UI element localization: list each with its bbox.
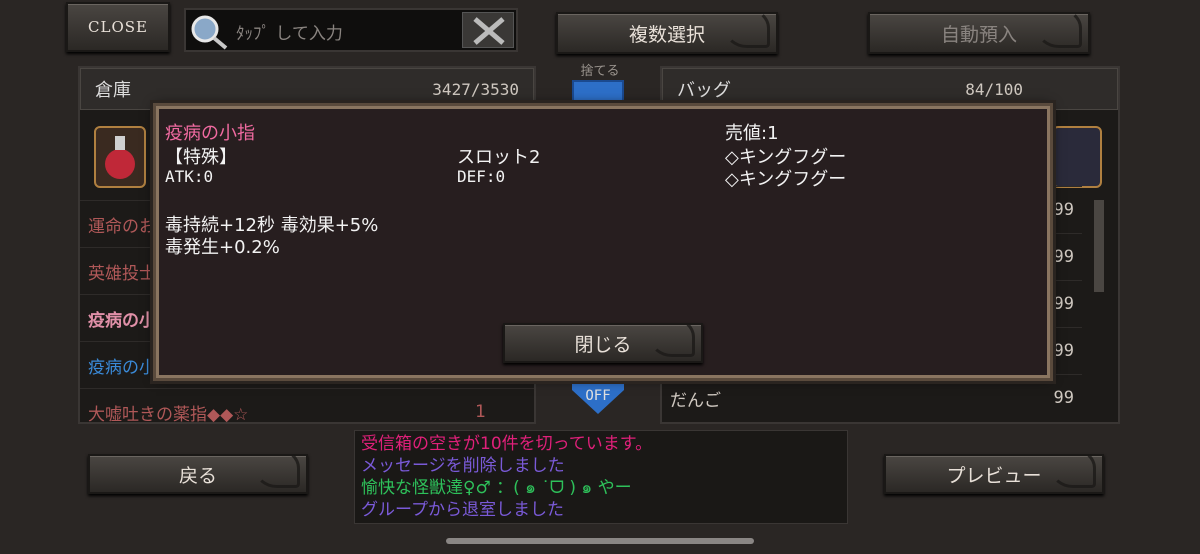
- home-indicator: [446, 538, 754, 544]
- item-detail-dialog: 疫病の小指 【特殊】 スロット2 売値:1 ◇キングフグー ◇キングフグー AT…: [153, 103, 1053, 381]
- atk-stat: ATK:0: [165, 167, 214, 186]
- dialog-close-label: 閉じる: [574, 333, 632, 356]
- dialog-close-button[interactable]: 閉じる: [503, 317, 703, 363]
- back-button[interactable]: 戻る: [88, 448, 308, 494]
- item-qty: 99: [1053, 388, 1074, 408]
- warehouse-title: 倉庫: [95, 80, 131, 101]
- item-qty: 99: [1053, 247, 1074, 267]
- item-name: だんご: [670, 390, 721, 411]
- auto-deposit-label: 自動預入: [940, 23, 1017, 46]
- item-name: 英雄投士: [88, 263, 156, 284]
- list-item[interactable]: だんご 99: [662, 374, 1082, 421]
- item-qty: 99: [1053, 294, 1074, 314]
- monster-line: ◇キングフグー: [725, 169, 847, 190]
- item-type: 【特殊】: [165, 147, 237, 168]
- item-qty: 99: [1053, 341, 1074, 361]
- auto-deposit-button[interactable]: 自動預入: [868, 8, 1090, 54]
- toggle-label: OFF: [585, 388, 611, 404]
- preview-label: プレビュー: [946, 464, 1042, 487]
- effect-line: 毒発生+0.2%: [165, 237, 280, 258]
- back-label: 戻る: [178, 464, 217, 487]
- item-name: 疫病の小: [88, 310, 156, 331]
- message-line: グループから退室しました: [361, 500, 564, 520]
- warehouse-count: 3427/3530: [432, 79, 519, 99]
- item-slot: スロット2: [457, 147, 541, 168]
- item-name: 疫病の小: [88, 357, 156, 378]
- def-stat: DEF:0: [457, 167, 506, 186]
- item-qty: 1: [475, 402, 486, 422]
- scrollbar[interactable]: [1094, 200, 1104, 292]
- list-item[interactable]: 大嘘吐きの薬指◆◆☆ 1: [80, 388, 534, 435]
- discard-label: 捨てる: [580, 64, 620, 79]
- item-name: 運命のお: [88, 216, 156, 237]
- message-log: 受信箱の空きが10件を切っています。 メッセージを削除しました 愉快な怪獣達♀♂…: [354, 430, 848, 524]
- clear-icon[interactable]: [462, 12, 514, 48]
- multi-select-label: 複数選択: [628, 23, 705, 46]
- bag-title: バッグ: [677, 80, 731, 101]
- warehouse-header: 倉庫 3427/3530: [80, 68, 534, 110]
- search-field[interactable]: ﾀｯﾌﾟ して入力: [184, 8, 518, 52]
- search-icon: [190, 14, 228, 50]
- potion-icon: [94, 126, 146, 188]
- close-button[interactable]: CLOSE: [66, 2, 170, 52]
- message-line: メッセージを削除しました: [361, 456, 565, 476]
- message-line: 愉快な怪獣達♀♂ ：( ๑ ˙ᗜ ) ๑ やー: [361, 478, 632, 498]
- search-placeholder: ﾀｯﾌﾟ して入力: [236, 24, 343, 44]
- item-name: 大嘘吐きの薬指◆◆☆: [88, 404, 249, 425]
- item-qty: 99: [1053, 200, 1074, 220]
- crystal-icon: [1052, 126, 1102, 188]
- close-label: CLOSE: [88, 18, 148, 36]
- sell-price: 売値:1: [725, 123, 779, 144]
- bag-header: バッグ 84/100: [662, 68, 1118, 110]
- item-name: 疫病の小指: [165, 123, 255, 144]
- multi-select-button[interactable]: 複数選択: [556, 8, 778, 54]
- bag-count: 84/100: [965, 79, 1023, 99]
- preview-button[interactable]: プレビュー: [884, 448, 1104, 494]
- message-line: 受信箱の空きが10件を切っています。: [361, 434, 653, 454]
